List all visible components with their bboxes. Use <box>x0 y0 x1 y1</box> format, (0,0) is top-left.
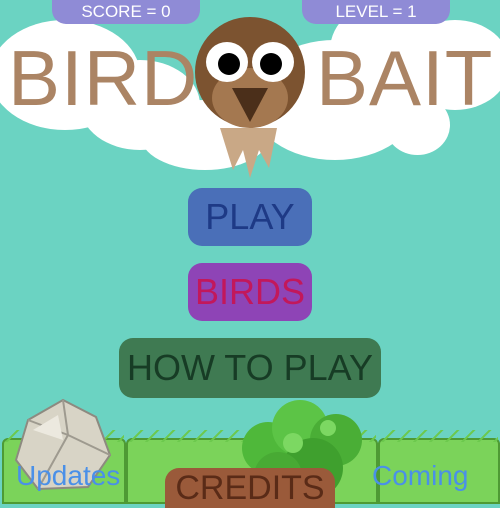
level-text: LEVEL = 1 <box>335 2 417 21</box>
level-display: LEVEL = 1 <box>302 0 450 24</box>
title-word-bird: BIRD <box>8 34 199 122</box>
play-button-label: PLAY <box>205 196 295 237</box>
updates-link[interactable]: Updates <box>16 460 120 492</box>
play-button[interactable]: PLAY <box>188 188 312 246</box>
title-word-bait: BAIT <box>316 34 494 122</box>
credits-button[interactable]: CREDITS <box>165 468 335 508</box>
birds-button[interactable]: BIRDS <box>188 263 312 321</box>
coming-link[interactable]: Coming <box>372 460 468 492</box>
birds-button-label: BIRDS <box>194 271 306 312</box>
score-text: SCORE = 0 <box>81 2 171 21</box>
credits-button-label: CREDITS <box>175 468 325 507</box>
how-to-play-button-label: HOW TO PLAY <box>126 347 374 388</box>
bird-mascot-icon <box>195 17 305 178</box>
score-display: SCORE = 0 <box>52 0 200 24</box>
how-to-play-button[interactable]: HOW TO PLAY <box>119 338 381 398</box>
